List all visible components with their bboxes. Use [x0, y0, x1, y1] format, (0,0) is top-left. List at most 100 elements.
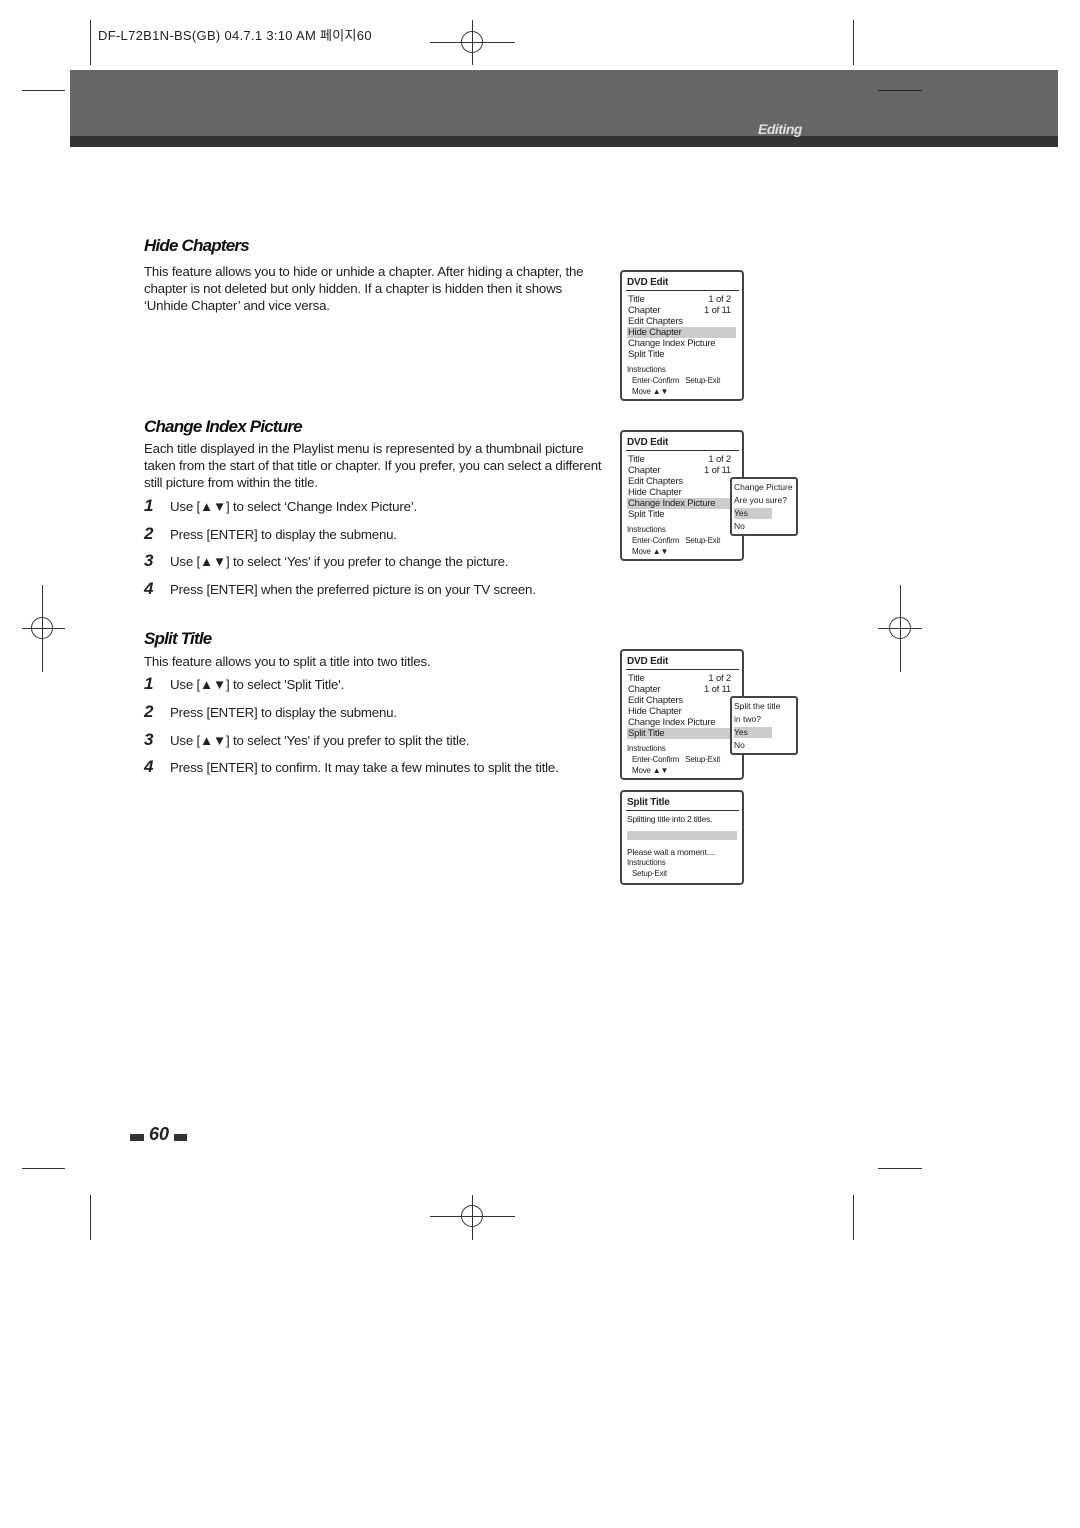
step-number: 4: [144, 579, 154, 598]
menu-item-label: Edit Chapters: [628, 316, 683, 327]
menu-item-label: Title: [628, 294, 645, 305]
heading-hide-chapters: Hide Chapters: [144, 236, 250, 255]
split-title-progress-box: Split Title Splitting title into 2 title…: [620, 790, 744, 885]
instructions-label: Instructions: [627, 525, 666, 534]
menu-item-value: 1 of 2: [708, 454, 731, 465]
page-number: 60: [149, 1124, 170, 1144]
crop-mark: [853, 1195, 854, 1240]
instructions-keys: Enter-Confirm Setup-Exit: [632, 536, 721, 545]
section-label: Editing: [758, 121, 802, 137]
menu-item: Hide Chapter: [627, 487, 736, 498]
step: 2 Press [ENTER] to display the submenu.: [144, 524, 397, 543]
progress-bar: [627, 831, 737, 840]
menu-item: Split Title: [627, 509, 736, 520]
menu-item-label: Split Title: [628, 509, 665, 520]
step-number: 1: [144, 674, 154, 693]
crop-mark: [90, 1195, 91, 1240]
instructions-move: Move ▲▼: [632, 547, 669, 556]
menu-item-label: Split Title: [628, 349, 665, 360]
step: 3 Use [▲▼] to select ‘Yes’ if you prefer …: [144, 551, 509, 570]
crop-mark: [878, 1168, 922, 1169]
divider: [626, 450, 739, 451]
step-number: 3: [144, 730, 154, 749]
menu-item: Hide Chapter: [627, 327, 736, 338]
step-text: Press [ENTER] when the preferred picture…: [170, 582, 536, 597]
step: 2 Press [ENTER] to display the submenu.: [144, 702, 397, 721]
menu-item-label: Edit Chapters: [628, 476, 683, 487]
menu-item: Change Index Picture: [627, 338, 736, 349]
popup-text: in two?: [734, 714, 761, 724]
menu-item: Change Index Picture: [627, 717, 736, 728]
step-text: Use [▲▼] to select 'Yes' if you prefer t…: [170, 733, 470, 748]
menu-item: Split Title: [627, 349, 736, 360]
menu-item-label: Hide Chapter: [628, 327, 682, 338]
menu-item: Hide Chapter: [627, 706, 736, 717]
step-text: Use [▲▼] to select ‘Yes’ if you prefer t…: [170, 554, 509, 569]
menu-item-value: 1 of 11: [704, 305, 731, 316]
menu-item-label: Chapter: [628, 465, 661, 476]
menu-item: Edit Chapters: [627, 316, 736, 327]
menu-item-label: Title: [628, 673, 645, 684]
wait-message: Please wait a moment....: [627, 847, 716, 857]
progress-message: Splitting title into 2 titles.: [627, 814, 713, 824]
step: 4 Press [ENTER] to confirm. It may take a…: [144, 757, 559, 776]
dvd-edit-menu-hide-chapter: DVD Edit Title 1 of 2 Chapter 1 of 11 Edit Ch…: [620, 270, 744, 401]
crop-mark: [853, 20, 854, 65]
step-number: 4: [144, 757, 154, 776]
registration-mark: [31, 617, 53, 639]
step: 1 Use [▲▼] to select 'Split Title'.: [144, 674, 344, 693]
menu-item: Title 1 of 2: [627, 294, 736, 305]
menu-item-value: 1 of 2: [708, 673, 731, 684]
confirm-popup: Change Picture Are you sure? Yes No: [730, 477, 798, 536]
menu-item-value: 1 of 11: [704, 465, 731, 476]
registration-mark: [461, 1205, 483, 1227]
crop-mark: [22, 90, 65, 91]
heading-change-index-picture: Change Index Picture: [144, 417, 303, 436]
popup-option-no[interactable]: No: [734, 740, 772, 751]
menu-item: Edit Chapters: [627, 695, 736, 706]
menu-item-label: Hide Chapter: [628, 487, 682, 498]
divider: [626, 290, 739, 291]
popup-option-yes[interactable]: Yes: [734, 508, 772, 519]
step-number: 2: [144, 702, 154, 721]
step: 3 Use [▲▼] to select 'Yes' if you prefer …: [144, 730, 470, 749]
print-slug: DF-L72B1N-BS(GB) 04.7.1 3:10 AM 페이지60: [98, 28, 372, 43]
menu-item-label: Change Index Picture: [628, 717, 716, 728]
instructions-move: Move ▲▼: [632, 387, 669, 396]
dvd-edit-menu-change-index-picture: DVD Edit Title 1 of 2 Chapter 1 of 11 Edit Ch…: [620, 430, 744, 561]
confirm-popup: Split the title in two? Yes No: [730, 696, 798, 755]
step: 4 Press [ENTER] when the preferred pictur…: [144, 579, 536, 598]
popup-text: Change Picture: [734, 482, 793, 492]
menu-item: Change Index Picture: [627, 498, 736, 509]
menu-item: Split Title: [627, 728, 736, 739]
menu-item-value: 1 of 11: [704, 684, 731, 695]
step-text: Use [▲▼] to select ‘Change Index Picture…: [170, 499, 418, 514]
step-text: Press [ENTER] to display the submenu.: [170, 705, 397, 720]
crop-mark: [90, 20, 91, 65]
page-number-bar-left: [130, 1134, 144, 1141]
popup-text: Split the title: [734, 701, 781, 711]
crop-mark: [878, 90, 922, 91]
registration-mark: [461, 31, 483, 53]
menu-item: Chapter 1 of 11: [627, 465, 736, 476]
box-title: DVD Edit: [627, 656, 669, 667]
menu-item-label: Change Index Picture: [628, 338, 716, 349]
menu-item-label: Chapter: [628, 684, 661, 695]
popup-option-yes[interactable]: Yes: [734, 727, 772, 738]
dvd-edit-menu-split-title: DVD Edit Title 1 of 2 Chapter 1 of 11 Edit Ch…: [620, 649, 744, 780]
popup-text: Are you sure?: [734, 495, 787, 505]
divider: [626, 669, 739, 670]
menu-item-label: Split Title: [628, 728, 665, 739]
menu-item: Title 1 of 2: [627, 454, 736, 465]
header-band-strip: [70, 136, 1058, 147]
instructions-label: Instructions: [627, 365, 666, 374]
step-text: Press [ENTER] to confirm. It may take a …: [170, 760, 559, 775]
menu-item: Edit Chapters: [627, 476, 736, 487]
step-number: 3: [144, 551, 154, 570]
menu-item: Chapter 1 of 11: [627, 684, 736, 695]
popup-option-no[interactable]: No: [734, 521, 772, 532]
instructions-label: Instructions: [627, 858, 666, 867]
box-title: DVD Edit: [627, 277, 669, 288]
step-number: 2: [144, 524, 154, 543]
instructions-move: Move ▲▼: [632, 766, 669, 775]
